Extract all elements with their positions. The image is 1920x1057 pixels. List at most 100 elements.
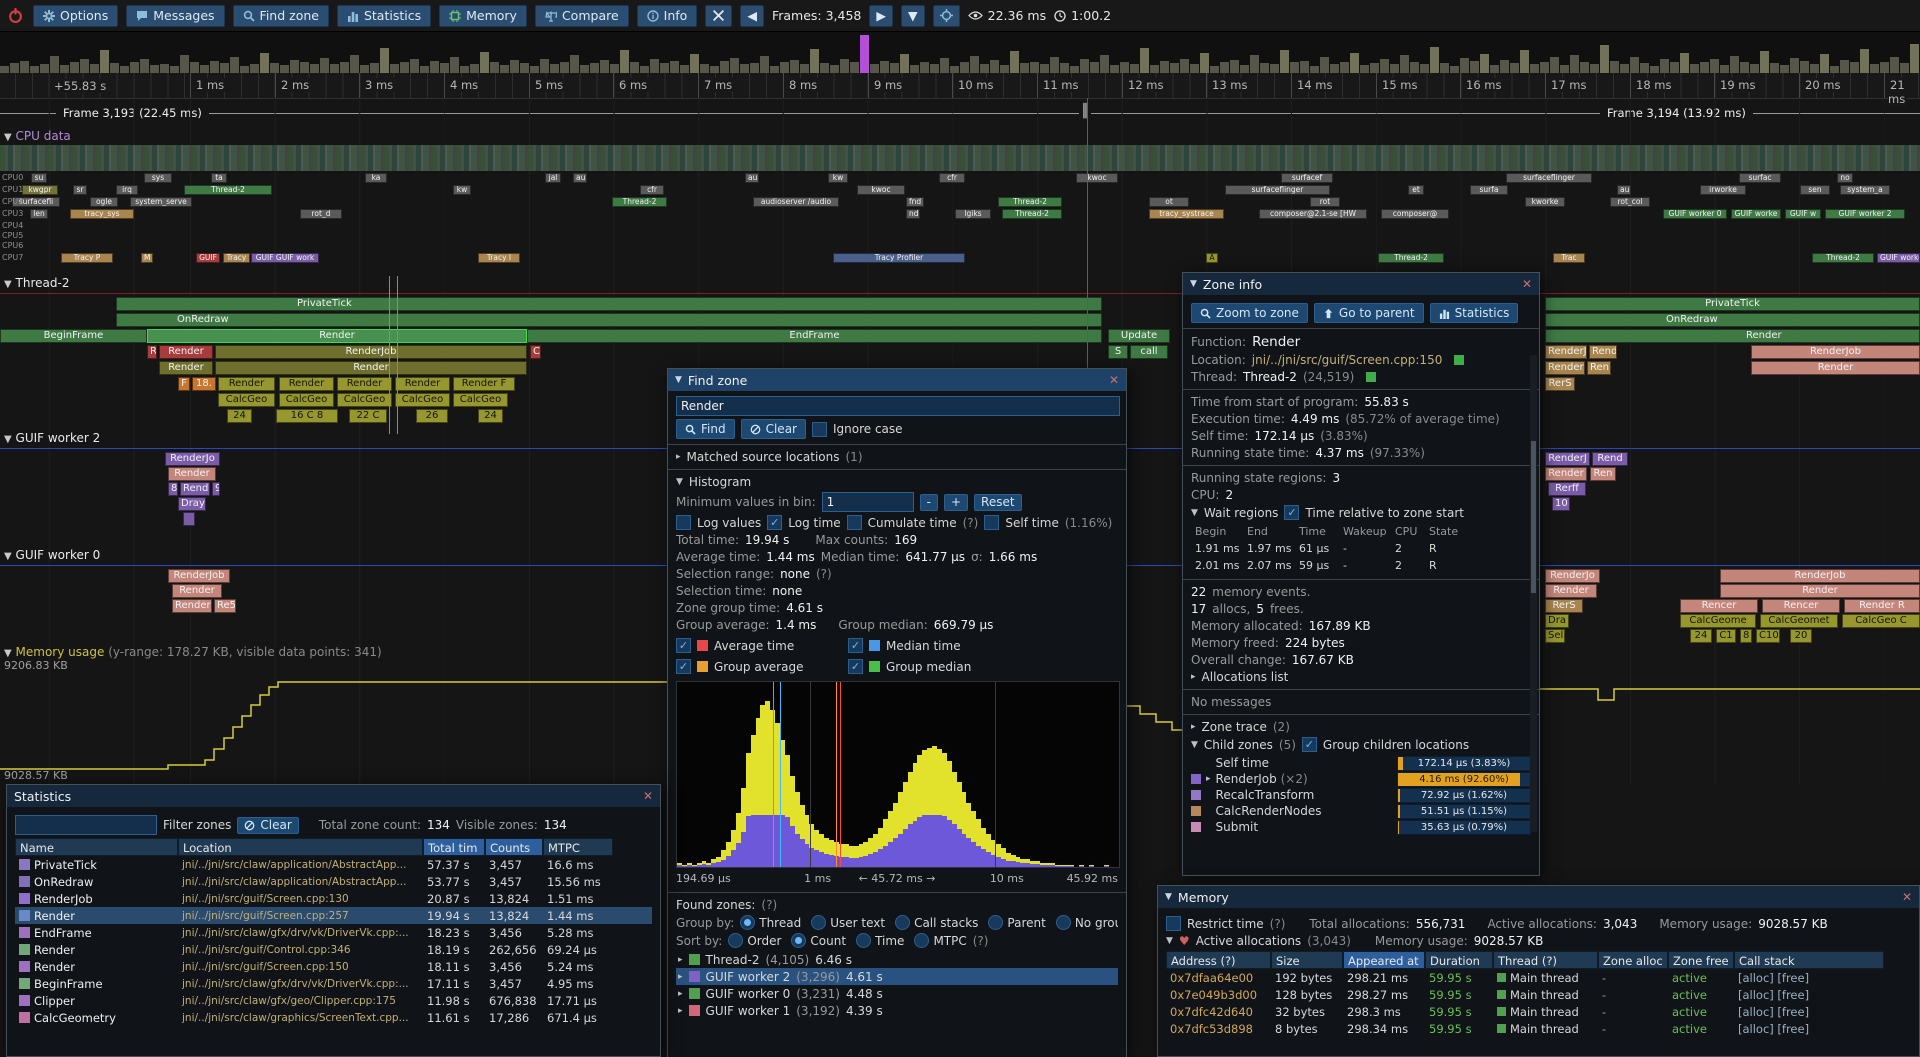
frame-bar[interactable] bbox=[1400, 55, 1409, 73]
frame-bar[interactable] bbox=[200, 65, 209, 73]
frame-bar[interactable] bbox=[1170, 63, 1179, 73]
timeline-zone[interactable]: Render bbox=[337, 377, 392, 391]
frame-bar[interactable] bbox=[1890, 57, 1899, 73]
frame-bar[interactable] bbox=[740, 64, 749, 73]
timeline-zone[interactable]: kwoc bbox=[857, 185, 905, 195]
frame-bar[interactable] bbox=[870, 64, 879, 73]
statistics-table-row[interactable]: Render jni/../jni/src/guif/Control.cpp:3… bbox=[15, 941, 652, 958]
timeline-zone[interactable]: irworke bbox=[1700, 185, 1746, 195]
legend-checkbox[interactable]: ✓ bbox=[848, 638, 863, 653]
frame-bar[interactable] bbox=[500, 65, 509, 73]
frame-bar[interactable] bbox=[1610, 61, 1619, 73]
frame-bar[interactable] bbox=[1190, 64, 1199, 73]
frame-bar[interactable] bbox=[950, 66, 959, 73]
close-icon[interactable]: ✕ bbox=[1109, 373, 1119, 387]
frame-bar[interactable] bbox=[640, 66, 649, 73]
frame-bar[interactable] bbox=[1460, 58, 1469, 73]
frame-bar[interactable] bbox=[1050, 57, 1059, 73]
timeline-zone[interactable]: Update bbox=[1108, 329, 1170, 343]
timeline-zone[interactable]: Dray bbox=[178, 497, 206, 511]
timeline-zone[interactable]: au bbox=[745, 173, 759, 183]
radio-icon[interactable] bbox=[811, 915, 826, 930]
timeline-zone[interactable]: Tracy bbox=[223, 253, 250, 263]
thread-header[interactable]: ▼ GUIF worker 2 bbox=[4, 431, 100, 445]
frame-bar[interactable] bbox=[470, 64, 479, 73]
timeline-zone[interactable]: A bbox=[1206, 253, 1218, 263]
timeline-zone[interactable]: Trac bbox=[1553, 253, 1585, 263]
timeline-zone[interactable]: call bbox=[1130, 345, 1168, 359]
frame-bar[interactable] bbox=[110, 63, 119, 73]
timeline-zone[interactable]: CalcGeome bbox=[1680, 614, 1756, 628]
timeline-zone[interactable]: kwoc bbox=[1076, 173, 1118, 183]
frame-bar[interactable] bbox=[1690, 64, 1699, 73]
timeline-zone[interactable]: nd bbox=[906, 209, 920, 219]
zoom-to-zone-button[interactable]: Zoom to zone bbox=[1191, 303, 1308, 323]
column-header-location[interactable]: Location bbox=[178, 838, 423, 856]
timeline-zone[interactable]: surfa bbox=[1470, 185, 1508, 195]
frame-bar[interactable] bbox=[460, 66, 469, 73]
statistics-table-row[interactable]: RenderJob jni/../jni/src/guif/Screen.cpp… bbox=[15, 890, 652, 907]
timeline-zone[interactable]: kw bbox=[453, 185, 471, 195]
frame-bar[interactable] bbox=[1240, 65, 1249, 73]
zone-trace-label[interactable]: Zone trace bbox=[1202, 720, 1267, 734]
frame-bar[interactable] bbox=[1510, 63, 1519, 73]
frame-bar[interactable] bbox=[510, 60, 519, 73]
timeline-zone[interactable]: S bbox=[1108, 345, 1128, 359]
timeline-zone[interactable]: Thread-2 bbox=[612, 197, 667, 207]
timeline-zone[interactable]: Render bbox=[168, 467, 216, 481]
frame-bar[interactable] bbox=[1790, 58, 1799, 73]
frame-bar[interactable] bbox=[1540, 62, 1549, 73]
frame-bar[interactable] bbox=[1750, 64, 1759, 73]
restrict-time-checkbox[interactable]: ✓ bbox=[1166, 916, 1181, 931]
timeline-zone[interactable]: CalcGeo bbox=[453, 393, 508, 407]
close-icon[interactable]: ✕ bbox=[1902, 890, 1912, 904]
frame-bar[interactable] bbox=[1550, 57, 1559, 73]
timeline-zone[interactable]: audioserver /audio bbox=[753, 197, 839, 207]
frame-bar[interactable] bbox=[890, 63, 899, 73]
frame-bar[interactable] bbox=[210, 61, 219, 73]
frame-bar[interactable] bbox=[1080, 59, 1089, 73]
timeline-zone[interactable]: EndFrame bbox=[527, 329, 1102, 343]
column-header-zone-free[interactable]: Zone free bbox=[1668, 951, 1734, 969]
frame-bar[interactable] bbox=[1290, 62, 1299, 73]
find-zone-button[interactable]: Find zone bbox=[233, 5, 329, 27]
goto-frame-button[interactable] bbox=[933, 5, 960, 27]
column-header-size[interactable]: Size bbox=[1271, 951, 1343, 969]
frame-bar[interactable] bbox=[630, 62, 639, 73]
frame-bar[interactable] bbox=[670, 61, 679, 73]
close-icon[interactable]: ✕ bbox=[643, 789, 653, 803]
frame-bar[interactable] bbox=[810, 49, 819, 73]
collapse-icon[interactable]: ▼ bbox=[1191, 740, 1198, 750]
timeline-zone[interactable]: CalcGeo bbox=[279, 393, 334, 407]
expand-icon[interactable]: ▸ bbox=[678, 955, 683, 965]
log-time-checkbox[interactable]: ✓ bbox=[767, 515, 782, 530]
frame-bar[interactable] bbox=[800, 64, 809, 73]
timeline-zone[interactable]: C bbox=[530, 345, 541, 359]
frame-bar[interactable] bbox=[1090, 62, 1099, 73]
frame-bar[interactable] bbox=[1560, 65, 1569, 73]
frame-bar[interactable] bbox=[560, 62, 569, 73]
timeline-zone[interactable]: Render bbox=[1545, 329, 1920, 343]
frame-bar[interactable] bbox=[1350, 53, 1359, 74]
frame-bar[interactable] bbox=[750, 63, 759, 73]
frame-bar[interactable] bbox=[920, 62, 929, 73]
timeline-zone[interactable]: CalcGeo C bbox=[1842, 614, 1920, 628]
timeline-zone[interactable]: sys bbox=[144, 173, 172, 183]
timeline-zone[interactable]: composer@ bbox=[1381, 209, 1449, 219]
timeline-zone[interactable]: Render bbox=[172, 599, 212, 613]
timeline-zone[interactable]: CalcGeo bbox=[337, 393, 392, 407]
find-zone-search-input[interactable] bbox=[676, 396, 1120, 416]
timeline-zone[interactable]: F bbox=[178, 377, 190, 391]
min-bin-input[interactable] bbox=[822, 492, 914, 512]
sort-by-option[interactable]: Order bbox=[728, 933, 781, 948]
frame-bar[interactable] bbox=[390, 64, 399, 73]
expand-icon[interactable]: ▸ bbox=[678, 1006, 683, 1016]
column-header-name[interactable]: Name bbox=[15, 838, 178, 856]
timeline-zone[interactable]: C1 bbox=[1716, 629, 1736, 643]
frame-bar[interactable] bbox=[1770, 63, 1779, 73]
frame-bar[interactable] bbox=[760, 56, 769, 73]
timeline-zone[interactable]: 20 bbox=[1790, 629, 1812, 643]
timeline-zone[interactable]: RenderJob bbox=[168, 569, 230, 583]
frame-bar[interactable] bbox=[1160, 61, 1169, 73]
frame-bar[interactable] bbox=[1330, 64, 1339, 73]
